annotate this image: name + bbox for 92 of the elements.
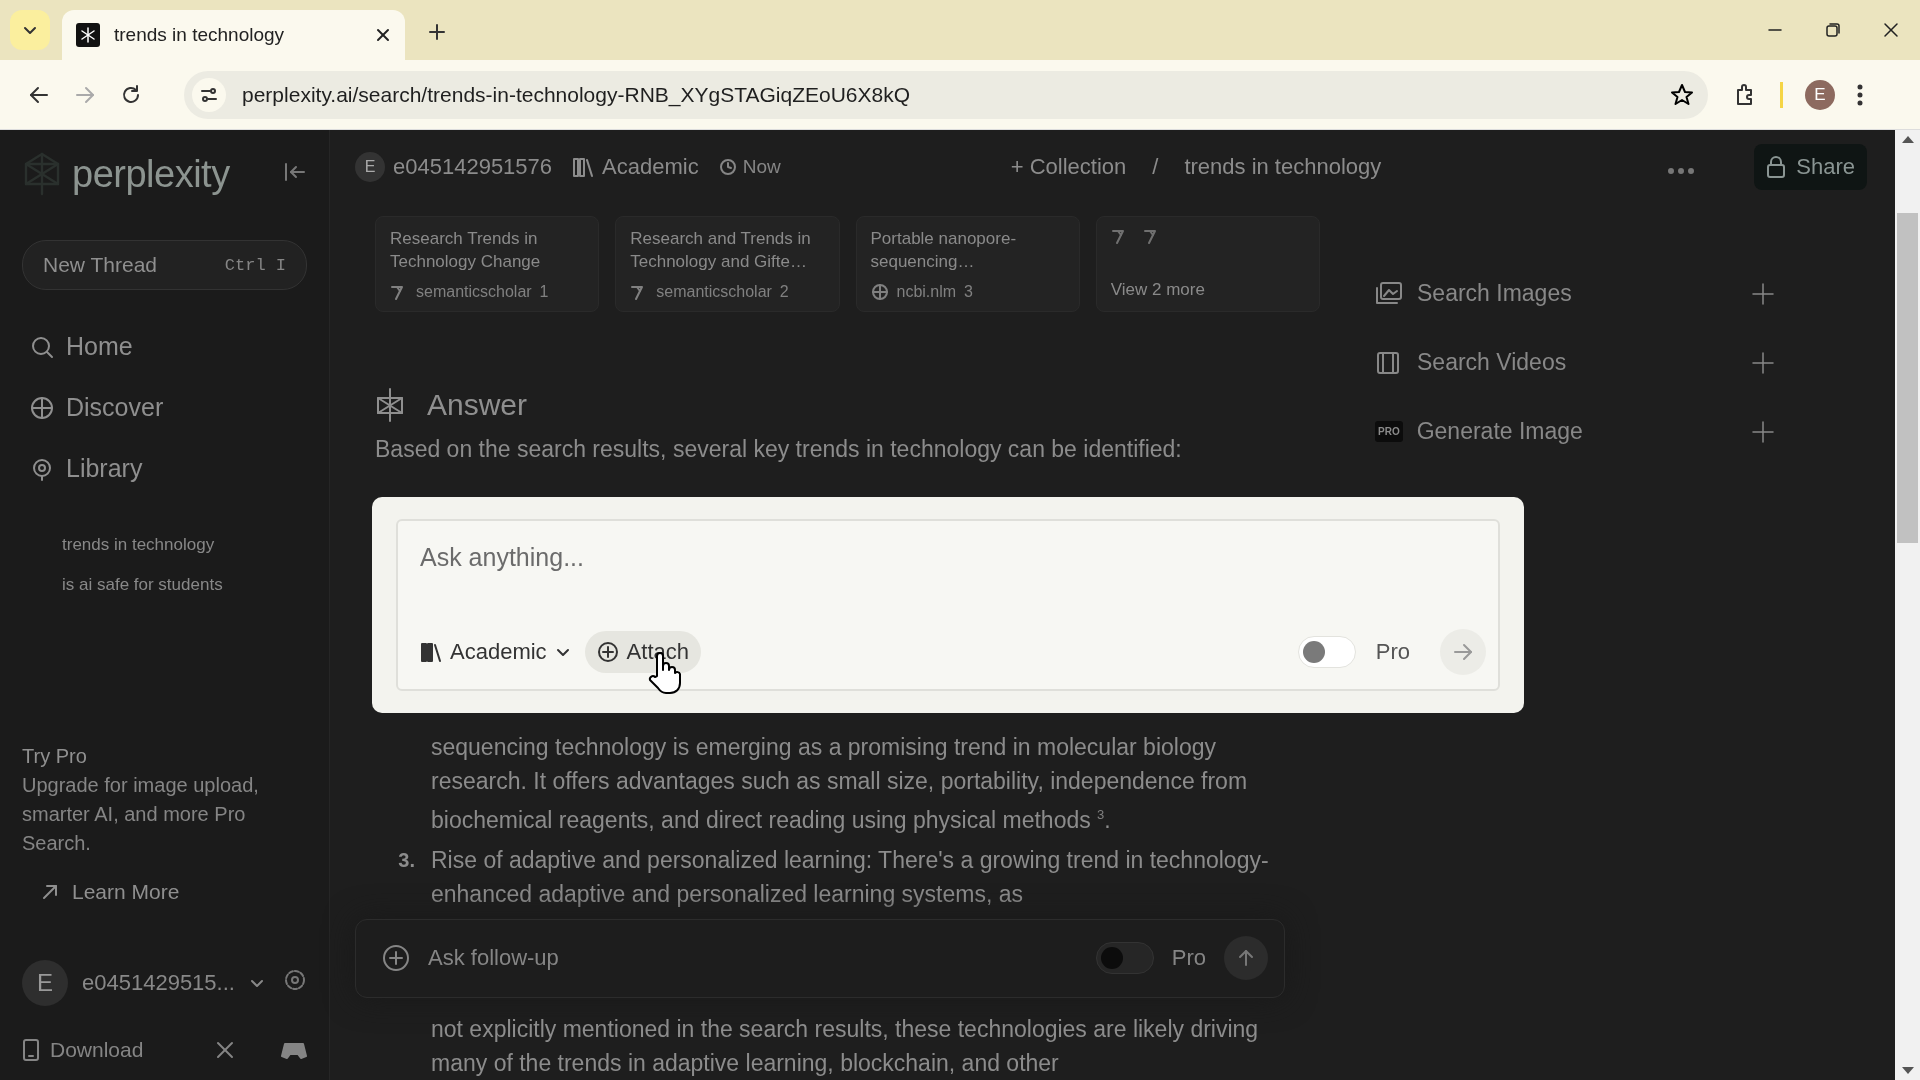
profile-avatar[interactable]: E bbox=[1805, 79, 1835, 110]
learn-more-link[interactable]: Learn More bbox=[22, 880, 307, 904]
source-card[interactable]: Portable nanopore-sequencing… ncbi.nlm 3 bbox=[855, 216, 1080, 312]
source-title: Portable nanopore-sequencing… bbox=[870, 228, 1018, 273]
answer-text: Based on the search results, several key trends in technology can be identified: bbox=[375, 435, 1183, 464]
add-circle-icon bbox=[596, 641, 619, 663]
new-tab-icon[interactable] bbox=[427, 22, 447, 42]
books-icon bbox=[572, 156, 595, 178]
author-name: e045142951576 bbox=[393, 154, 553, 180]
submit-button[interactable] bbox=[1224, 936, 1268, 981]
source-site: ncbi.nlm bbox=[896, 283, 957, 301]
ask-placeholder: Ask anything... bbox=[420, 543, 585, 572]
x-logo-icon[interactable] bbox=[215, 1040, 235, 1060]
scrollbar[interactable] bbox=[1895, 130, 1920, 1080]
globe-icon bbox=[870, 283, 889, 301]
collapse-sidebar-icon[interactable] bbox=[283, 160, 307, 184]
list-number: 3. bbox=[397, 847, 415, 873]
images-icon bbox=[1375, 280, 1403, 307]
arrow-right-icon bbox=[1452, 641, 1474, 663]
reload-icon[interactable] bbox=[120, 83, 142, 106]
answer-text: not explicitly mentioned in the search results, these technologies are likely driving many of the trends in adaptive learning, blockchain, and other bbox=[431, 1015, 1260, 1078]
focus-label: Academic bbox=[602, 154, 699, 180]
download-link[interactable]: Download bbox=[50, 1038, 144, 1062]
source-site: semanticscholar bbox=[416, 283, 532, 301]
answer-text: Rise of adaptive and personalized learning: There's a growing trend in technology-enhanced adaptive and personalized learning systems, as bbox=[431, 845, 1270, 909]
add-to-collection-button[interactable]: + Collection bbox=[1010, 154, 1127, 180]
settings-icon[interactable] bbox=[283, 968, 307, 992]
breadcrumb-separator: / bbox=[1152, 154, 1159, 180]
attach-plus-icon[interactable] bbox=[382, 944, 410, 973]
new-thread-button[interactable]: New Thread Ctrl I bbox=[22, 240, 307, 290]
close-icon[interactable] bbox=[1882, 21, 1900, 39]
phone-icon bbox=[22, 1038, 40, 1062]
add-icon bbox=[1751, 419, 1775, 444]
user-avatar[interactable]: E bbox=[22, 960, 68, 1006]
library-icon bbox=[30, 456, 54, 481]
nav-item[interactable]: Discover bbox=[22, 393, 307, 422]
add-icon bbox=[1751, 281, 1775, 306]
browser-tab[interactable]: trends in technology bbox=[62, 10, 405, 60]
site-logo-icon bbox=[76, 23, 100, 47]
restore-icon[interactable] bbox=[1824, 21, 1842, 39]
answer-logo-icon bbox=[375, 388, 405, 422]
answer-text: sequencing technology is emerging as a promising trend in molecular biology research. It offers advantages such as small size, portability, independence from biochemical reagents, and direct reading using physical methods $^{3}$. bbox=[431, 732, 1249, 835]
pro-label: Pro bbox=[1375, 639, 1410, 665]
media-tool-button[interactable]: PRO Generate Image bbox=[1375, 418, 1775, 445]
source-title: Research and Trends in Technology and Gifte… bbox=[630, 228, 812, 273]
focus-dropdown[interactable]: Academic bbox=[416, 633, 575, 671]
bookmark-star-icon[interactable] bbox=[1670, 82, 1694, 107]
source-site: semanticscholar bbox=[656, 283, 772, 301]
library-thread-link[interactable]: is ai safe for students bbox=[62, 575, 307, 595]
more-menu-icon[interactable] bbox=[1857, 83, 1863, 106]
globe-icon bbox=[30, 395, 54, 420]
arrow-up-right-icon bbox=[40, 882, 60, 902]
media-tool-button[interactable]: Search Videos bbox=[1375, 349, 1775, 376]
media-tool-button[interactable]: Search Images bbox=[1375, 280, 1775, 307]
source-number: 3 bbox=[964, 283, 973, 301]
follow-up-bar[interactable]: Ask follow-up Pro bbox=[355, 918, 1285, 998]
books-icon bbox=[420, 641, 442, 663]
site-settings-icon[interactable] bbox=[200, 85, 218, 104]
author-avatar: E bbox=[355, 152, 385, 182]
thread-title: trends in technology bbox=[1184, 154, 1382, 180]
user-name[interactable]: e0451429515... bbox=[82, 970, 235, 996]
search-icon bbox=[30, 334, 54, 359]
source-number: 1 bbox=[539, 283, 549, 301]
pro-badge: PRO bbox=[1375, 421, 1403, 442]
submit-button[interactable] bbox=[1440, 629, 1486, 675]
clock-icon bbox=[718, 158, 737, 176]
pro-label: Pro bbox=[1171, 945, 1206, 972]
source-title: Research Trends in Technology Change bbox=[390, 228, 542, 273]
follow-up-placeholder: Ask follow-up bbox=[428, 945, 560, 972]
more-options-icon[interactable] bbox=[1668, 168, 1695, 174]
source-card[interactable]: Research and Trends in Technology and Gifte… semanticscholar 2 bbox=[615, 216, 840, 312]
shortcut-hint: Ctrl I bbox=[224, 255, 286, 275]
answer-heading: Answer bbox=[427, 388, 528, 422]
tab-search-button[interactable] bbox=[10, 10, 50, 50]
source-card[interactable]: Research Trends in Technology Change semanticscholar 1 bbox=[375, 216, 600, 312]
share-button[interactable]: Share bbox=[1754, 144, 1867, 190]
nav-item[interactable]: Library bbox=[22, 454, 307, 483]
logo-text: perplexity bbox=[72, 152, 230, 196]
arrow-up-icon bbox=[1236, 948, 1256, 969]
address-bar[interactable]: perplexity.ai/search/trends-in-technology-RNB_XYgSTAGiqZEoU6X8kQ bbox=[184, 70, 1708, 119]
add-icon bbox=[1751, 350, 1775, 375]
pro-toggle[interactable] bbox=[1095, 942, 1154, 975]
library-thread-link[interactable]: trends in technology bbox=[62, 535, 307, 555]
more-sources-card[interactable]: View 2 more bbox=[1095, 216, 1320, 312]
nav-item[interactable]: Home bbox=[22, 332, 307, 361]
promo-title: Try Pro bbox=[22, 744, 88, 769]
promo-text: Upgrade for image upload, smarter AI, and more Pro Search. bbox=[22, 773, 260, 856]
lock-icon bbox=[1766, 155, 1787, 179]
timestamp: Now bbox=[742, 156, 781, 178]
close-icon[interactable] bbox=[375, 27, 391, 43]
view-more-link[interactable]: View 2 more bbox=[1110, 278, 1305, 301]
source-number: 2 bbox=[779, 283, 789, 301]
